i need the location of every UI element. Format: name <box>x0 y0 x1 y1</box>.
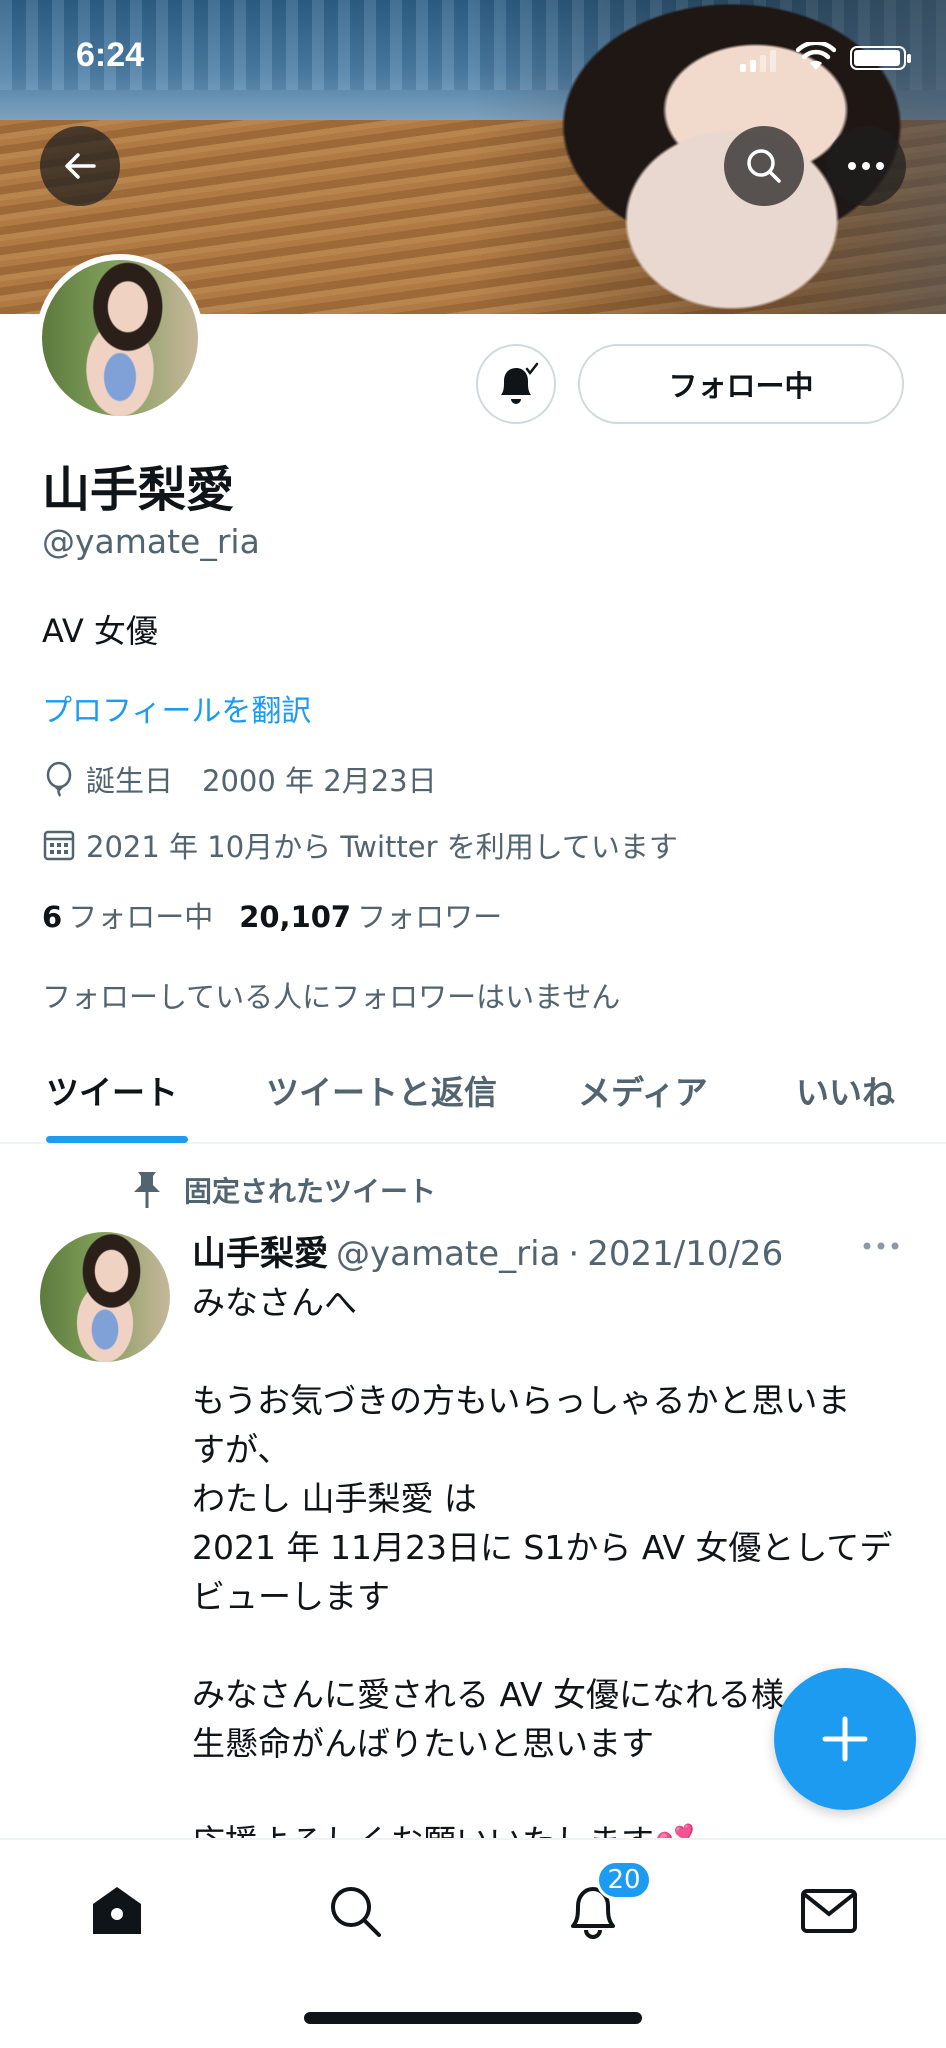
pinned-text: 固定されたツイート <box>184 1175 437 1208</box>
joined-text: 2021 年 10月から Twitter を利用しています <box>86 830 678 864</box>
tweet-line: もうお気づきの方もいらっしゃるかと思いま <box>192 1381 851 1420</box>
battery-icon <box>850 46 911 70</box>
nav-home[interactable] <box>82 1876 152 1946</box>
mutual-followers-note: フォローしている人にフォロワーはいません <box>42 980 621 1014</box>
notifications-badge: 20 <box>596 1860 652 1900</box>
followers-count: 20,107 <box>239 900 352 934</box>
notification-bell-button[interactable] <box>476 344 556 424</box>
plus-icon <box>822 1716 868 1762</box>
more-options-button[interactable] <box>826 126 906 206</box>
wifi-icon <box>796 42 836 70</box>
pinned-tweet-label: 固定されたツイート <box>130 1170 436 1210</box>
profile-name: 山手梨愛 <box>42 462 235 518</box>
tweet-author-avatar[interactable] <box>40 1232 170 1362</box>
more-dots-icon <box>848 162 884 170</box>
tweet-line: わたし 山手梨愛 は <box>192 1479 477 1518</box>
search-button[interactable] <box>724 126 804 206</box>
profile-handle: @yamate_ria <box>42 522 260 561</box>
search-icon <box>747 149 781 183</box>
tweet-more-button[interactable] <box>862 1236 900 1255</box>
tweet-author-handle[interactable]: @yamate_ria <box>336 1234 560 1274</box>
tweet-line: みなさんへ <box>192 1283 357 1322</box>
tab-tweets[interactable]: ツイート <box>46 1066 178 1114</box>
status-time: 6:24 <box>76 36 145 74</box>
tweet-line: ビューします <box>192 1577 390 1616</box>
pin-icon <box>134 1172 160 1208</box>
profile-tabs: ツイート ツイートと返信 メディア いいね <box>0 1040 946 1144</box>
followers-label: フォロワー <box>357 900 503 934</box>
tweet-separator: · <box>568 1234 580 1274</box>
profile-avatar[interactable] <box>36 254 204 422</box>
back-button[interactable] <box>40 126 120 206</box>
following-label: フォロー中 <box>68 900 214 934</box>
birthday-row: 誕生日 2000 年 2月23日 <box>42 758 437 800</box>
bell-check-icon <box>501 362 539 404</box>
nav-search[interactable] <box>320 1876 390 1946</box>
birthday-text: 誕生日 2000 年 2月23日 <box>86 764 437 798</box>
search-icon <box>331 1887 381 1937</box>
tweet-line: すが、 <box>192 1430 291 1469</box>
signal-icon <box>740 50 776 72</box>
home-indicator[interactable] <box>304 2012 642 2024</box>
tab-tweets-and-replies[interactable]: ツイートと返信 <box>266 1066 497 1114</box>
following-count: 6 <box>42 900 63 934</box>
tweet-date[interactable]: 2021/10/26 <box>587 1234 783 1274</box>
following-button[interactable]: フォロー中 <box>578 344 904 424</box>
tweet-line <box>192 1621 912 1670</box>
following-count-link[interactable]: 6 フォロー中 <box>42 894 213 936</box>
translate-profile-link[interactable]: プロフィールを翻訳 <box>42 686 311 730</box>
nav-messages[interactable] <box>794 1876 864 1946</box>
tab-likes[interactable]: いいね <box>796 1066 895 1114</box>
status-bar: 6:24 <box>0 0 946 110</box>
tweet-line <box>192 1327 912 1376</box>
tweet-header: 山手梨愛 @yamate_ria · 2021/10/26 <box>192 1226 783 1275</box>
profile-bio: AV 女優 <box>42 612 158 650</box>
followers-count-link[interactable]: 20,107 フォロワー <box>239 894 502 936</box>
compose-tweet-button[interactable] <box>774 1668 916 1810</box>
more-dots-icon <box>863 1242 899 1250</box>
tweet-line: 2021 年 11月23日に S1から AV 女優としてデ <box>192 1528 893 1567</box>
home-icon <box>93 1887 141 1934</box>
calendar-icon <box>43 830 75 861</box>
tweet-author-name[interactable]: 山手梨愛 <box>192 1226 328 1275</box>
arrow-left-icon <box>65 153 96 179</box>
joined-row: 2021 年 10月から Twitter を利用しています <box>42 824 678 866</box>
tab-media[interactable]: メディア <box>578 1066 708 1114</box>
follow-counts: 6 フォロー中 20,107 フォロワー <box>42 894 502 936</box>
mail-icon <box>801 1889 857 1933</box>
active-tab-indicator <box>46 1136 188 1143</box>
balloon-icon <box>46 761 72 797</box>
